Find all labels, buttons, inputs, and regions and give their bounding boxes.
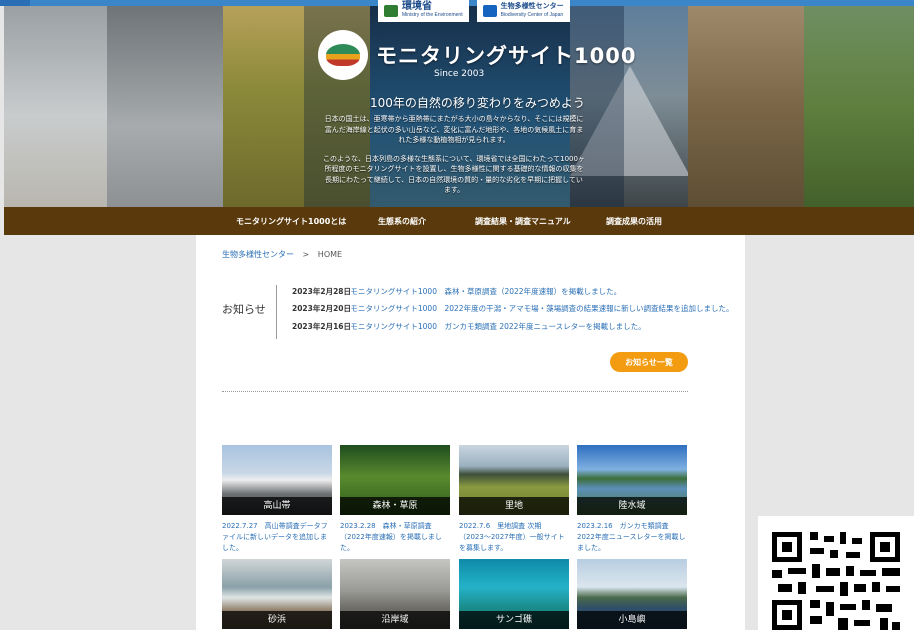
tile-label: 小島嶼 <box>577 611 687 629</box>
news-link[interactable]: モニタリングサイト1000 森林・草原調査（2022年度速報）を掲載しました。 <box>350 287 621 296</box>
tile-image: サンゴ礁 <box>459 559 569 629</box>
news-heading: お知らせ <box>222 303 266 316</box>
news-item: 2023年2月16日 モニタリングサイト1000 ガンカモ類調査 2022年度ニ… <box>292 321 646 332</box>
ecosystem-tile-alpine[interactable]: 高山帯 2022.7.27 高山帯調査データファイルに新しいデータを追加しました… <box>222 445 332 554</box>
nav-item-about[interactable]: モニタリングサイト1000とは <box>236 216 346 227</box>
news-more-button[interactable]: お知らせ一覧 <box>610 352 688 372</box>
hero-panel-squirrel <box>688 6 804 207</box>
news-item: 2023年2月28日 モニタリングサイト1000 森林・草原調査（2022年度速… <box>292 286 621 297</box>
ecosystem-tile-coastal[interactable]: 沿岸域 <box>340 559 450 629</box>
tile-label: 陸水域 <box>577 497 687 515</box>
tile-image: 高山帯 <box>222 445 332 515</box>
ecosystem-tile-coral-reef[interactable]: サンゴ礁 <box>459 559 569 629</box>
ministry-name-en: Ministry of the Environment <box>402 12 463 18</box>
breadcrumb-home-link[interactable]: 生物多様性センター <box>222 250 294 259</box>
ministry-badge[interactable]: 環境省 Ministry of the Environment <box>378 0 469 22</box>
site-title[interactable]: モニタリングサイト1000 <box>376 40 636 70</box>
ministry-logo-icon <box>384 5 398 17</box>
agency-badges: 環境省 Ministry of the Environment 生物多様性センタ… <box>378 0 570 22</box>
qr-pattern <box>772 532 900 630</box>
main-content: 生物多様性センター > HOME お知らせ 2023年2月28日 モニタリングサ… <box>196 235 745 630</box>
news-date: 2023年2月16日 <box>292 322 352 331</box>
nav-item-results-manuals[interactable]: 調査結果・調査マニュアル <box>475 216 571 227</box>
tile-label: 森林・草原 <box>340 497 450 515</box>
news-link[interactable]: モニタリングサイト1000 ガンカモ類調査 2022年度ニュースレターを掲載しま… <box>350 322 645 331</box>
news-date: 2023年2月20日 <box>292 304 352 313</box>
ecosystem-tile-small-islands[interactable]: 小島嶼 <box>577 559 687 629</box>
site-since: Since 2003 <box>434 69 485 79</box>
tile-caption[interactable]: 2023.2.28 森林・草原調査（2022年度速報）を掲載しました。 <box>340 521 450 554</box>
tile-image: 小島嶼 <box>577 559 687 629</box>
logo-mark <box>326 44 360 66</box>
news-link[interactable]: モニタリングサイト1000 2022年度の干潟・アマモ場・藻場調査の結果速報に新… <box>350 304 733 313</box>
monitoring-site-logo-icon[interactable] <box>318 30 368 80</box>
site-intro: 日本の国土は、亜寒帯から亜熱帯にまたがる大小の島々からなり、そこには規模に富んだ… <box>322 114 586 204</box>
qr-code-icon <box>758 516 914 630</box>
tile-label: 高山帯 <box>222 497 332 515</box>
nav-item-applications[interactable]: 調査成果の活用 <box>606 216 662 227</box>
tile-caption[interactable]: 2023.2.16 ガンカモ類調査 2022年度ニュースレターを掲載しました。 <box>577 521 687 554</box>
tile-caption[interactable]: 2022.7.6 里地調査 次期（2023〜2027年度）一般サイトを募集します… <box>459 521 569 554</box>
biodiversity-center-logo-icon <box>482 5 497 17</box>
hero-panel-terraces <box>804 6 914 207</box>
main-nav: モニタリングサイト1000とは 生態系の紹介 調査結果・調査マニュアル 調査成果… <box>4 207 914 235</box>
ecosystem-tile-inland-water[interactable]: 陸水域 2023.2.16 ガンカモ類調査 2022年度ニュースレターを掲載しま… <box>577 445 687 554</box>
biodiversity-center-name-en: Biodiversity Center of Japan <box>500 12 564 18</box>
news-item: 2023年2月20日 モニタリングサイト1000 2022年度の干潟・アマモ場・… <box>292 303 734 314</box>
breadcrumb-current: HOME <box>317 250 343 259</box>
ministry-name: 環境省 <box>402 1 432 12</box>
tile-label: サンゴ礁 <box>459 611 569 629</box>
tile-image: 森林・草原 <box>340 445 450 515</box>
section-divider <box>222 391 688 392</box>
ecosystem-tile-forest[interactable]: 森林・草原 2023.2.28 森林・草原調査（2022年度速報）を掲載しました… <box>340 445 450 554</box>
tile-image: 砂浜 <box>222 559 332 629</box>
site-tagline: 100年の自然の移り変わりをみつめよう <box>370 96 585 110</box>
nav-item-ecosystems[interactable]: 生態系の紹介 <box>378 216 426 227</box>
intro-paragraph-1: 日本の国土は、亜寒帯から亜熱帯にまたがる大小の島々からなり、そこには規模に富んだ… <box>324 115 584 144</box>
biodiversity-center-badge[interactable]: 生物多様性センター Biodiversity Center of Japan <box>476 0 570 22</box>
tile-label: 砂浜 <box>222 611 332 629</box>
hero-panel-deer <box>4 6 107 207</box>
ecosystem-tile-sandy-beach[interactable]: 砂浜 <box>222 559 332 629</box>
intro-paragraph-2: このような、日本列島の多様な生態系について、環境省では全国にわたって1000ヶ所… <box>323 154 585 195</box>
ecosystem-tile-satochi[interactable]: 里地 2022.7.6 里地調査 次期（2023〜2027年度）一般サイトを募集… <box>459 445 569 554</box>
breadcrumb: 生物多様性センター > HOME <box>222 249 342 260</box>
hero-panel-mist <box>107 6 223 207</box>
tile-caption[interactable]: 2022.7.27 高山帯調査データファイルに新しいデータを追加しました。 <box>222 521 332 554</box>
tile-image: 陸水域 <box>577 445 687 515</box>
news-divider <box>276 285 277 339</box>
breadcrumb-separator: > <box>302 250 310 259</box>
tile-image: 里地 <box>459 445 569 515</box>
tile-label: 沿岸域 <box>340 611 450 629</box>
biodiversity-center-name: 生物多様性センター <box>500 3 564 10</box>
tile-image: 沿岸域 <box>340 559 450 629</box>
news-date: 2023年2月28日 <box>292 287 352 296</box>
tile-label: 里地 <box>459 497 569 515</box>
